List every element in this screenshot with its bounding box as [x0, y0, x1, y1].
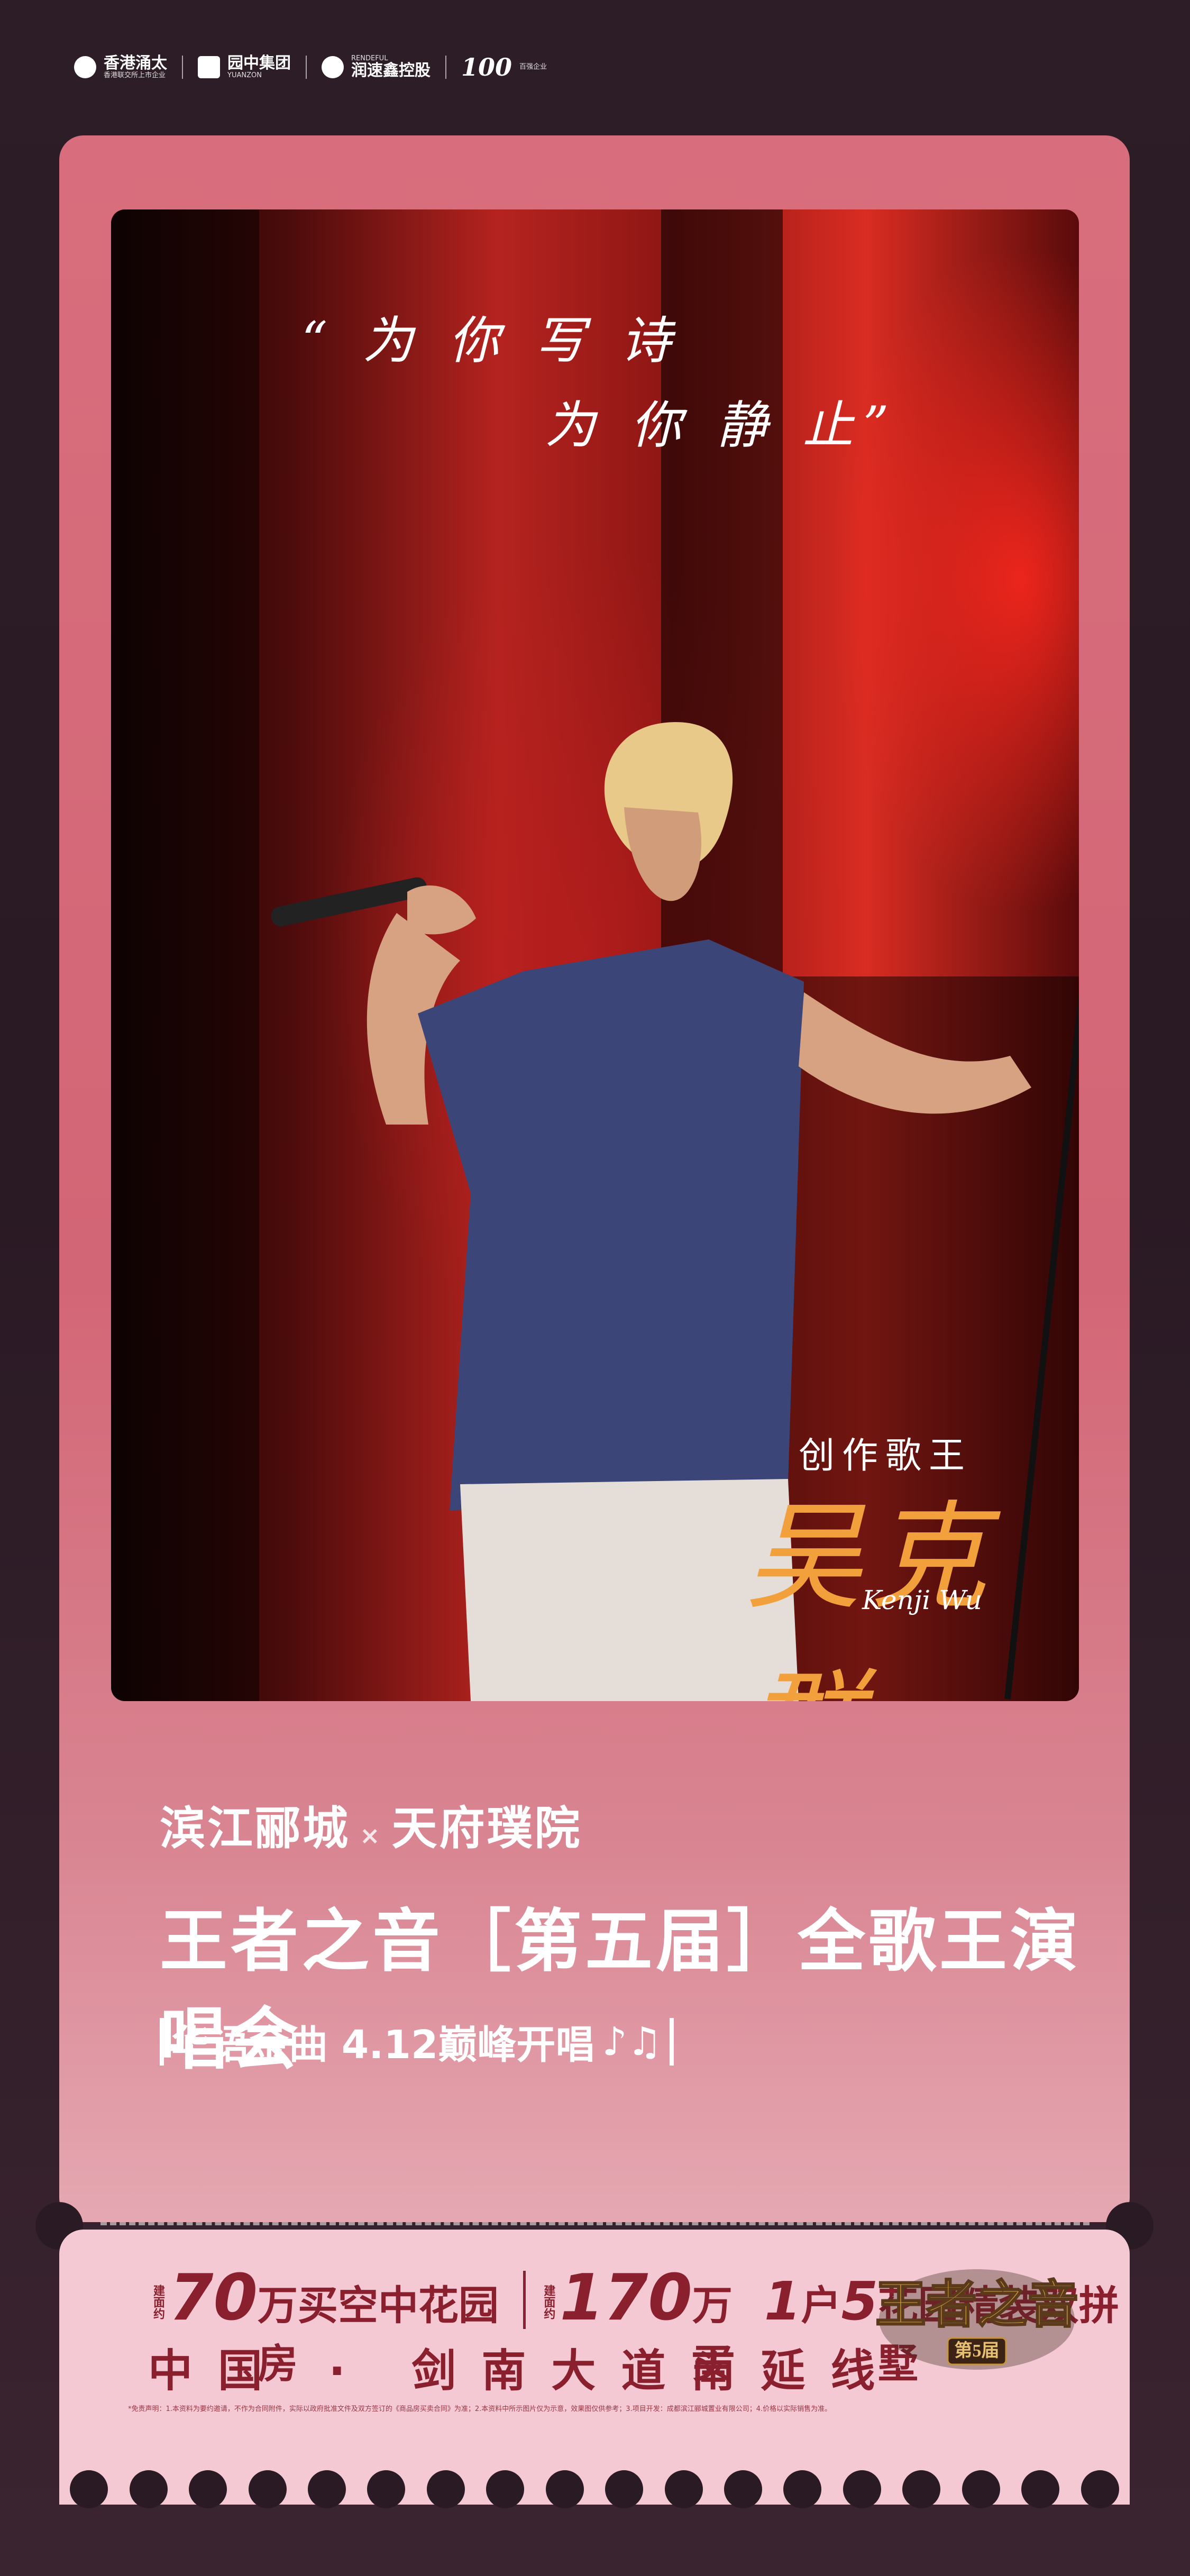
event-subtitle: 华语金曲 4.12巅峰开唱 ♪♫	[160, 2013, 674, 2070]
singer-right-arm	[799, 992, 1031, 1114]
scallop	[902, 2470, 941, 2508]
logo-rendeful: RENDEFUL 润速鑫控股	[322, 55, 431, 79]
promo-2-value: 170	[560, 2261, 692, 2335]
promo-2-prefix: 建面约	[542, 2285, 555, 2319]
top100-badge: 100	[461, 53, 512, 81]
logo-name: 润速鑫控股	[351, 61, 431, 80]
yuanzon-logo-icon	[198, 56, 220, 78]
logo-name: 园中集团	[227, 54, 291, 73]
scallop	[189, 2470, 227, 2508]
logo-yuanzon: 园中集团 YUANZON	[198, 55, 291, 79]
scallop	[248, 2470, 287, 2508]
bracket-left	[160, 2017, 164, 2066]
scallop	[129, 2470, 168, 2508]
stage-shadow	[111, 209, 259, 1701]
scallop	[843, 2470, 881, 2508]
event-logo-badge: 第5届	[955, 2341, 1000, 2361]
hk-yongtai-logo-icon	[74, 56, 96, 78]
singer-hand	[407, 885, 476, 935]
event-logo: 王者之音 第5届	[875, 2269, 1079, 2370]
ticket-scallop-edge	[59, 2470, 1130, 2513]
location-road: 中国 · 剑南大道南延线	[148, 2345, 901, 2397]
rendeful-logo-icon	[322, 56, 344, 78]
logo-sub: 百强企业	[519, 63, 547, 71]
scallop	[1021, 2470, 1060, 2508]
logo-sub: 香港联交所上市企业	[104, 71, 166, 79]
logo-sub: YUANZON	[227, 71, 262, 79]
quote-line-1: “ 为 你 写 诗	[301, 311, 681, 370]
sponsor-logos: 香港涌太 香港联交所上市企业 园中集团 YUANZON RENDEFUL 润速鑫控股 …	[74, 49, 547, 86]
project-a: 滨江郦城	[160, 1802, 350, 1855]
project-b: 天府璞院	[391, 1802, 582, 1855]
project-names: 滨江郦城 × 天府璞院	[160, 1791, 582, 1857]
subtitle-text: 华语金曲 4.12巅峰开唱	[171, 2022, 595, 2068]
promo-1-value: 70	[169, 2261, 258, 2335]
logo-name: 香港涌太	[104, 54, 167, 73]
scallop	[545, 2470, 584, 2508]
scallop	[783, 2470, 822, 2508]
disclaimer: *免责声明：1.本资料为要约邀请，不作为合同附件，实际以政府批准文件及双方签订的…	[128, 2405, 832, 2413]
scallop	[367, 2470, 406, 2508]
ticket-main: “ 为 你 写 诗 为 你 静 止” 创作歌王 吴克群 Kenji Wu 滨江郦…	[59, 135, 1130, 2222]
promo-2-count2: 5	[841, 2270, 878, 2332]
scallop	[426, 2470, 465, 2508]
singer-vest	[418, 939, 804, 1511]
logo-top100: 100 百强企业	[461, 53, 547, 81]
logo-sub: RENDEFUL	[351, 54, 388, 63]
music-notes-icon: ♪♫	[602, 2018, 662, 2065]
promo-2-count: 1	[764, 2270, 801, 2332]
logo-divider	[182, 56, 183, 79]
quote-line-2: 为 你 静 止”	[545, 396, 899, 455]
scallop	[486, 2470, 525, 2508]
scallop	[605, 2470, 644, 2508]
scallop	[307, 2470, 346, 2508]
collab-x: ×	[360, 1821, 382, 1850]
bracket-right	[669, 2017, 674, 2066]
promo-2-unit: 户	[801, 2282, 841, 2329]
scallop	[724, 2470, 763, 2508]
logo-hk-yongtai: 香港涌太 香港联交所上市企业	[74, 55, 167, 79]
singer-face	[624, 807, 701, 901]
caption-singer-name: 吴克群	[746, 1490, 996, 1701]
perforation-line	[100, 2222, 1090, 2225]
scallop	[962, 2470, 1000, 2508]
ticket-stub: 建面约 70 万买空中花园房 建面约 170 万买 1 户 5 花园精装双拼墅 …	[59, 2230, 1130, 2505]
caption-singer-english: Kenji Wu	[862, 1585, 982, 1615]
event-logo-text: 王者之音	[875, 2277, 1078, 2333]
scallop	[70, 2470, 108, 2508]
logo-divider	[445, 56, 446, 79]
concert-photo: “ 为 你 写 诗 为 你 静 止” 创作歌王 吴克群 Kenji Wu	[111, 209, 1079, 1701]
promo-divider	[523, 2271, 526, 2329]
logo-divider	[306, 56, 307, 79]
scallop	[1081, 2470, 1119, 2508]
promo-1-prefix: 建面约	[151, 2285, 164, 2319]
scallop	[664, 2470, 703, 2508]
